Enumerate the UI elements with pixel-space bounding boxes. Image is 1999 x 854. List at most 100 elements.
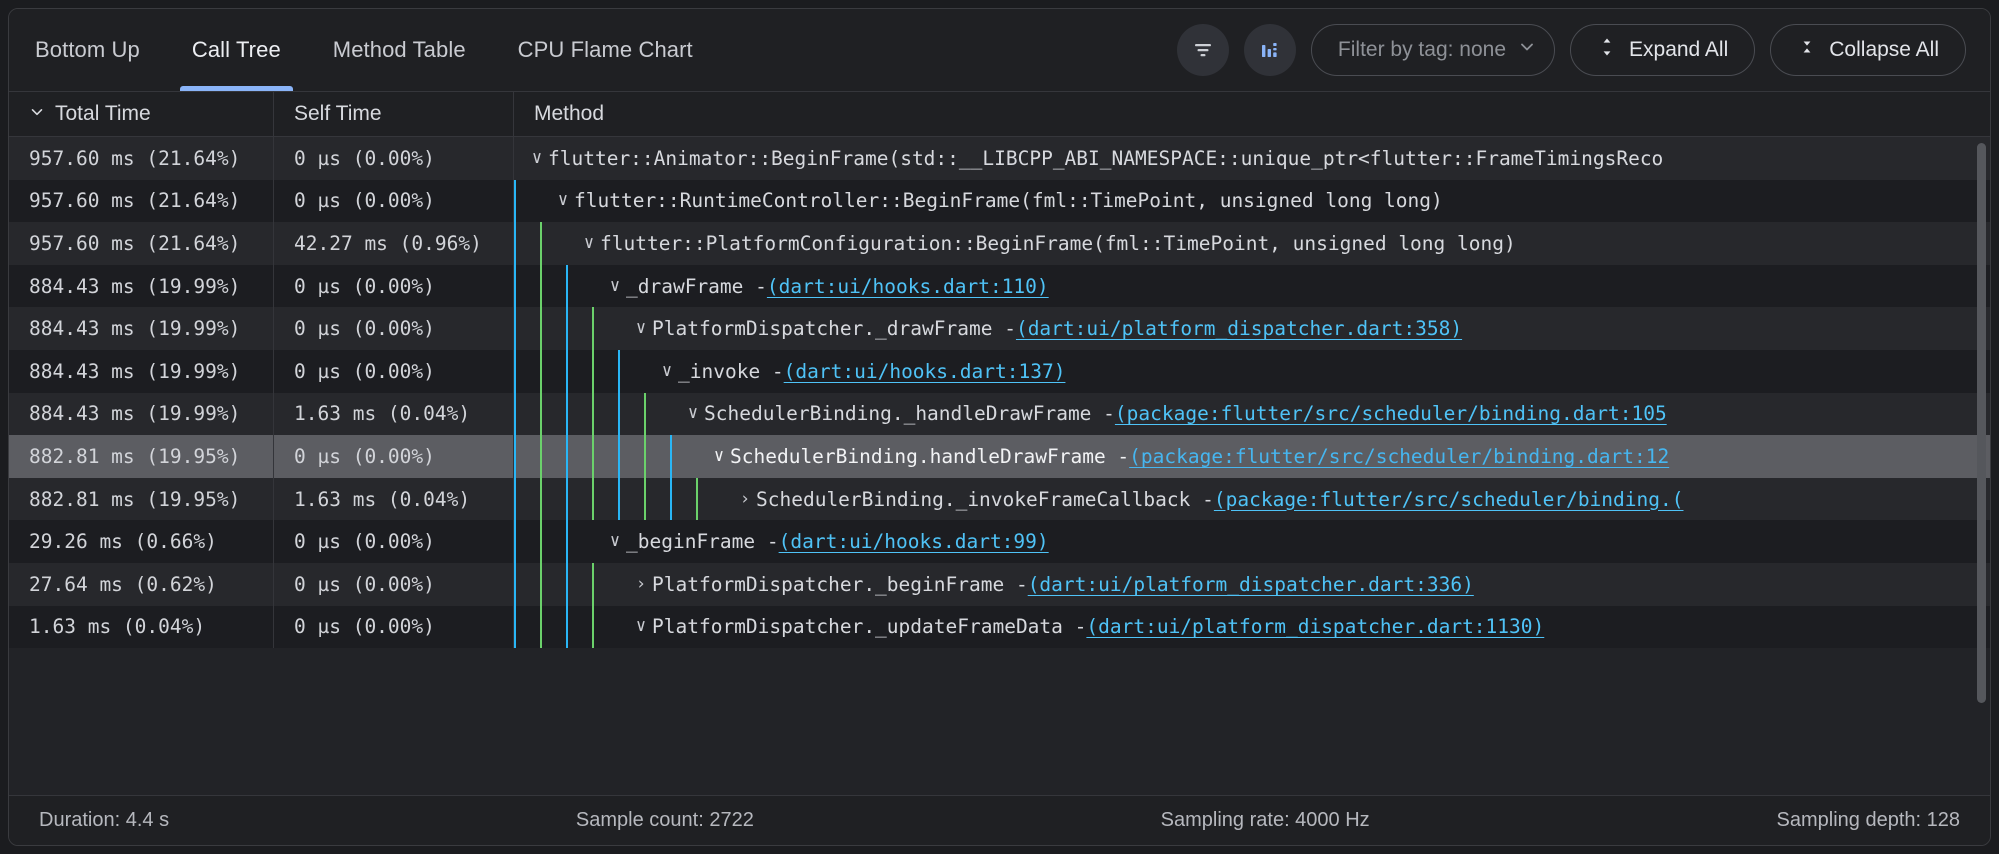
source-location-link[interactable]: (dart:ui/platform_dispatcher.dart:336)	[1028, 573, 1474, 596]
cell-total-time: 884.43 ms (19.99%)	[9, 393, 274, 436]
tab-label: CPU Flame Chart	[518, 37, 693, 63]
status-sample-count: Sample count: 2722	[576, 809, 754, 832]
cell-self-time: 0 µs (0.00%)	[274, 563, 514, 606]
cell-total-time: 27.64 ms (0.62%)	[9, 563, 274, 606]
cell-self-time: 0 µs (0.00%)	[274, 520, 514, 563]
cell-method: ›PlatformDispatcher._beginFrame - (dart:…	[514, 563, 1990, 606]
chevron-down-icon[interactable]: ∨	[604, 278, 626, 295]
column-header-self-time[interactable]: Self Time	[274, 92, 514, 136]
tab-method-table[interactable]: Method Table	[307, 9, 492, 91]
chevron-down-icon[interactable]: ∨	[630, 618, 652, 635]
table-row[interactable]: 882.81 ms (19.95%)1.63 ms (0.04%)›Schedu…	[9, 478, 1990, 521]
cell-total-time: 882.81 ms (19.95%)	[9, 435, 274, 478]
cell-self-time: 1.63 ms (0.04%)	[274, 478, 514, 521]
cell-total-time: 884.43 ms (19.99%)	[9, 265, 274, 308]
chart-toggle-button[interactable]	[1244, 24, 1296, 76]
table-row[interactable]: 884.43 ms (19.99%)0 µs (0.00%)∨PlatformD…	[9, 307, 1990, 350]
column-header-label: Self Time	[294, 102, 382, 126]
status-duration: Duration: 4.4 s	[39, 809, 169, 832]
source-location-link[interactable]: (package:flutter/src/scheduler/binding.d…	[1129, 445, 1669, 468]
method-name: _invoke -	[678, 360, 784, 383]
method-name: PlatformDispatcher._beginFrame -	[652, 573, 1028, 596]
collapse-vertical-icon	[1797, 36, 1817, 64]
column-header-label: Total Time	[55, 102, 151, 126]
method-name: PlatformDispatcher._updateFrameData -	[652, 615, 1086, 638]
chevron-down-icon[interactable]: ∨	[552, 192, 574, 209]
method-name: flutter::PlatformConfiguration::BeginFra…	[600, 232, 1516, 255]
status-sampling-rate: Sampling rate: 4000 Hz	[1161, 809, 1370, 832]
tag-filter-dropdown[interactable]: Filter by tag: none	[1311, 24, 1555, 76]
cell-total-time: 882.81 ms (19.95%)	[9, 478, 274, 521]
chevron-down-icon[interactable]: ∨	[630, 320, 652, 337]
source-location-link[interactable]: (dart:ui/hooks.dart:99)	[779, 530, 1049, 553]
table-row[interactable]: 884.43 ms (19.99%)0 µs (0.00%)∨_drawFram…	[9, 265, 1990, 308]
source-location-link[interactable]: (dart:ui/platform_dispatcher.dart:1130)	[1086, 615, 1544, 638]
method-name: SchedulerBinding._invokeFrameCallback -	[756, 488, 1214, 511]
cell-total-time: 957.60 ms (21.64%)	[9, 222, 274, 265]
table-row[interactable]: 884.43 ms (19.99%)1.63 ms (0.04%)∨Schedu…	[9, 393, 1990, 436]
cell-total-time: 957.60 ms (21.64%)	[9, 180, 274, 223]
cell-self-time: 0 µs (0.00%)	[274, 606, 514, 649]
column-header-method[interactable]: Method	[514, 92, 1990, 136]
collapse-all-button[interactable]: Collapse All	[1770, 24, 1966, 76]
chevron-down-icon	[29, 102, 45, 126]
column-header-total-time[interactable]: Total Time	[9, 92, 274, 136]
status-sampling-depth: Sampling depth: 128	[1777, 809, 1960, 832]
bar-chart-icon	[1258, 38, 1282, 62]
tab-label: Bottom Up	[35, 37, 140, 63]
cell-total-time: 1.63 ms (0.04%)	[9, 606, 274, 649]
tab-cpu-flame-chart[interactable]: CPU Flame Chart	[492, 9, 719, 91]
cell-self-time: 0 µs (0.00%)	[274, 180, 514, 223]
method-name: _beginFrame -	[626, 530, 779, 553]
source-location-link[interactable]: (dart:ui/hooks.dart:137)	[784, 360, 1066, 383]
table-row[interactable]: 957.60 ms (21.64%)42.27 ms (0.96%)∨flutt…	[9, 222, 1990, 265]
chevron-down-icon[interactable]: ∨	[708, 448, 730, 465]
tab-call-tree[interactable]: Call Tree	[166, 9, 307, 91]
cell-method: ∨SchedulerBinding._handleDrawFrame - (pa…	[514, 393, 1990, 436]
table-row[interactable]: 957.60 ms (21.64%)0 µs (0.00%)∨flutter::…	[9, 137, 1990, 180]
table-row[interactable]: 882.81 ms (19.95%)0 µs (0.00%)∨Scheduler…	[9, 435, 1990, 478]
chevron-down-icon[interactable]: ∨	[656, 363, 678, 380]
chevron-right-icon[interactable]: ›	[630, 576, 652, 593]
chevron-right-icon[interactable]: ›	[734, 491, 756, 508]
method-name: PlatformDispatcher._drawFrame -	[652, 317, 1016, 340]
table-row[interactable]: 29.26 ms (0.66%)0 µs (0.00%)∨_beginFrame…	[9, 520, 1990, 563]
collapse-all-label: Collapse All	[1829, 38, 1939, 62]
view-tabs: Bottom Up Call Tree Method Table CPU Fla…	[9, 9, 719, 91]
cell-total-time: 884.43 ms (19.99%)	[9, 307, 274, 350]
source-location-link[interactable]: (package:flutter/src/scheduler/binding.d…	[1115, 402, 1667, 425]
cell-method: ∨SchedulerBinding.handleDrawFrame - (pac…	[514, 435, 1990, 478]
chevron-down-icon[interactable]: ∨	[604, 533, 626, 550]
chevron-down-icon	[1518, 38, 1536, 62]
toolbar-actions: Filter by tag: none Expand All	[1177, 24, 1966, 76]
chevron-down-icon[interactable]: ∨	[526, 150, 548, 167]
column-header-label: Method	[534, 102, 604, 126]
method-name: flutter::Animator::BeginFrame(std::__LIB…	[548, 147, 1663, 170]
chevron-down-icon[interactable]: ∨	[578, 235, 600, 252]
vertical-scrollbar[interactable]	[1977, 143, 1986, 703]
table-row[interactable]: 27.64 ms (0.62%)0 µs (0.00%)›PlatformDis…	[9, 563, 1990, 606]
tag-filter-label: Filter by tag: none	[1338, 38, 1506, 62]
cell-self-time: 0 µs (0.00%)	[274, 265, 514, 308]
method-name: SchedulerBinding.handleDrawFrame -	[730, 445, 1129, 468]
cell-self-time: 42.27 ms (0.96%)	[274, 222, 514, 265]
expand-all-button[interactable]: Expand All	[1570, 24, 1755, 76]
call-tree-table: Total Time Self Time Method 957.60 ms (2…	[9, 91, 1990, 795]
profiler-toolbar: Bottom Up Call Tree Method Table CPU Fla…	[9, 9, 1990, 91]
cell-method: ∨_invoke - (dart:ui/hooks.dart:137)	[514, 350, 1990, 393]
filter-button[interactable]	[1177, 24, 1229, 76]
table-row[interactable]: 957.60 ms (21.64%)0 µs (0.00%)∨flutter::…	[9, 180, 1990, 223]
tab-label: Method Table	[333, 37, 466, 63]
cell-method: ∨flutter::PlatformConfiguration::BeginFr…	[514, 222, 1990, 265]
source-location-link[interactable]: (package:flutter/src/scheduler/binding.(	[1214, 488, 1684, 511]
chevron-down-icon[interactable]: ∨	[682, 405, 704, 422]
profiler-status-bar: Duration: 4.4 s Sample count: 2722 Sampl…	[9, 795, 1990, 845]
cell-method: ∨PlatformDispatcher._drawFrame - (dart:u…	[514, 307, 1990, 350]
cell-method: ∨flutter::RuntimeController::BeginFrame(…	[514, 180, 1990, 223]
source-location-link[interactable]: (dart:ui/hooks.dart:110)	[767, 275, 1049, 298]
source-location-link[interactable]: (dart:ui/platform_dispatcher.dart:358)	[1016, 317, 1462, 340]
cell-method: ›SchedulerBinding._invokeFrameCallback -…	[514, 478, 1990, 521]
table-row[interactable]: 1.63 ms (0.04%)0 µs (0.00%) ∨PlatformDisp…	[9, 606, 1990, 649]
table-row[interactable]: 884.43 ms (19.99%)0 µs (0.00%)∨_invoke -…	[9, 350, 1990, 393]
tab-bottom-up[interactable]: Bottom Up	[9, 9, 166, 91]
